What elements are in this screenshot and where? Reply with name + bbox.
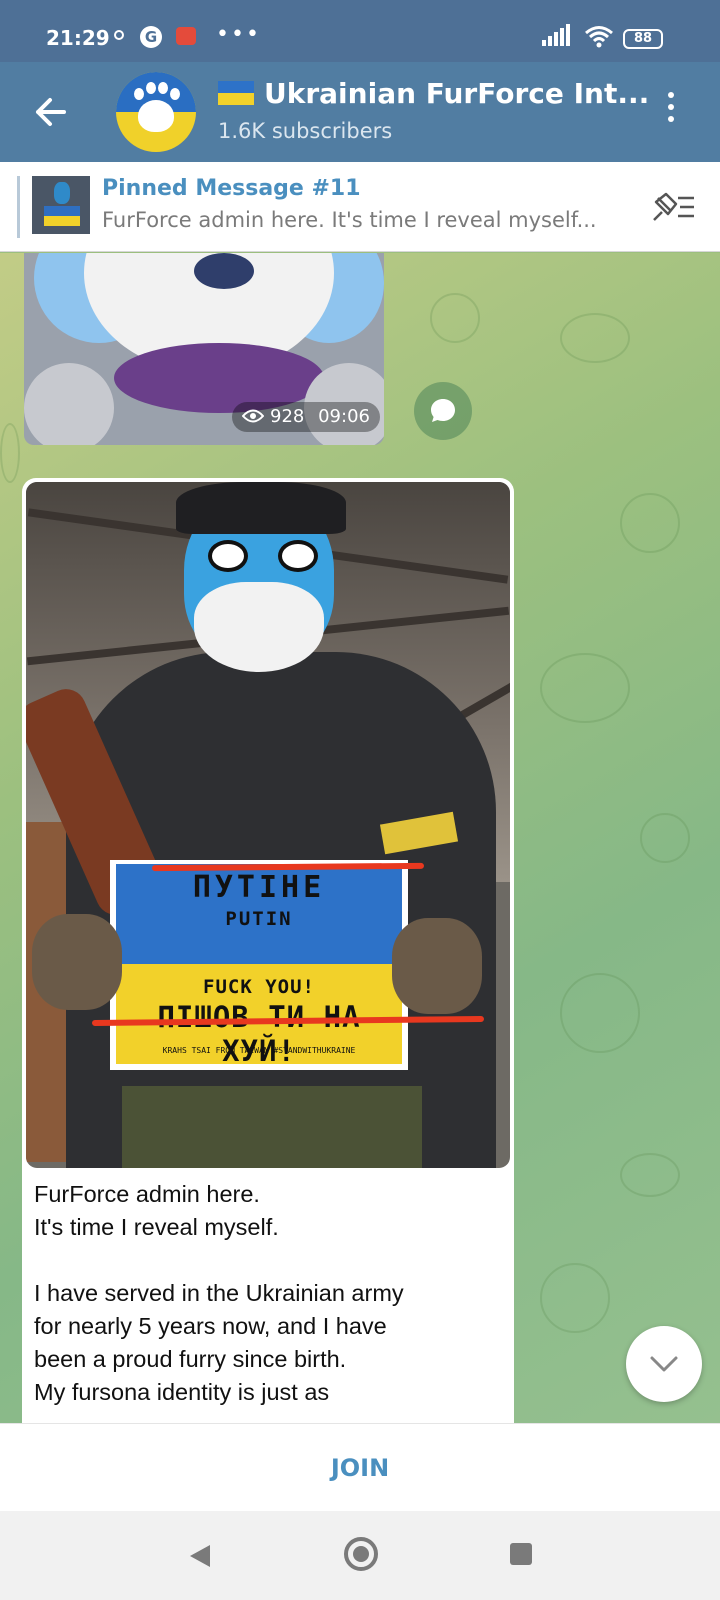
- post-line: I have served in the Ukrainian army: [34, 1280, 404, 1306]
- post-time: 09:06: [318, 406, 370, 427]
- subscriber-count: 1.6K subscribers: [218, 119, 393, 143]
- sign-credit: KRAHS TSAI FROM TAIWAN #STANDWITHUKRAINE: [162, 1046, 356, 1055]
- post-photo[interactable]: ПУТІНЕ PUTIN FUCK YOU! ПІШОВ ТИ НА ХУЙ! …: [26, 482, 510, 1168]
- post-text: FurForce admin here. It's time I reveal …: [34, 1178, 504, 1409]
- message-bubble: ПУТІНЕ PUTIN FUCK YOU! ПІШОВ ТИ НА ХУЙ! …: [22, 478, 514, 1423]
- system-navigation-bar: [0, 1511, 720, 1600]
- sign-line-1: ПУТІНЕ: [192, 870, 326, 905]
- pinned-message-bar[interactable]: Pinned Message #11 FurForce admin here. …: [0, 162, 720, 252]
- join-button[interactable]: JOIN: [0, 1424, 720, 1512]
- back-arrow-icon[interactable]: [30, 92, 70, 132]
- more-notifications-icon: •••: [216, 22, 261, 47]
- protest-sign: ПУТІНЕ PUTIN FUCK YOU! ПІШОВ ТИ НА ХУЙ! …: [110, 860, 408, 1070]
- channel-header: Ukrainian FurForce Int... 1.6K subscribe…: [0, 62, 720, 162]
- pinned-title: Pinned Message #11: [102, 176, 361, 201]
- channel-avatar[interactable]: [116, 72, 196, 152]
- pinned-thumbnail: [32, 176, 90, 234]
- post-line: It's time I reveal myself.: [34, 1214, 279, 1240]
- wifi-icon: [585, 26, 613, 48]
- ukraine-flag-icon: [218, 81, 254, 105]
- post-line: for nearly 5 years now, and I have: [34, 1313, 387, 1339]
- pin-list-icon[interactable]: [648, 190, 696, 224]
- sync-icon: [114, 30, 124, 40]
- status-time: 21:29: [46, 26, 110, 50]
- comment-icon: [431, 399, 455, 422]
- pinned-indicator: [17, 176, 20, 238]
- post-line-blank: [34, 1244, 504, 1277]
- signal-icon: [542, 24, 570, 46]
- post-line: been a proud furry since birth.: [34, 1346, 347, 1372]
- battery-indicator: 88: [623, 29, 663, 49]
- scroll-to-bottom-button[interactable]: [626, 1326, 702, 1402]
- nav-back-icon[interactable]: [188, 1543, 212, 1569]
- nav-recents-icon[interactable]: [510, 1543, 532, 1565]
- google-icon: G: [140, 26, 162, 48]
- pinned-preview-text: FurForce admin here. It's time I reveal …: [102, 208, 597, 232]
- status-bar: 21:29 G ••• 88: [0, 0, 720, 62]
- channel-title-text: Ukrainian FurForce Int...: [264, 77, 650, 110]
- post-line: My fursona identity is just as: [34, 1379, 330, 1405]
- channel-title[interactable]: Ukrainian FurForce Int...: [218, 77, 649, 110]
- comment-button[interactable]: [414, 382, 472, 440]
- sign-line-4: ПІШОВ ТИ НА ХУЙ!: [157, 1000, 361, 1068]
- chevron-down-icon: [650, 1356, 678, 1372]
- post-line: FurForce admin here.: [34, 1181, 260, 1207]
- menu-dots-icon[interactable]: [666, 92, 676, 132]
- sign-line-2: PUTIN: [225, 908, 293, 930]
- post-meta: 928 09:06: [232, 402, 380, 432]
- eye-icon: [242, 409, 264, 423]
- sign-line-3: FUCK YOU!: [203, 976, 315, 998]
- nav-home-icon[interactable]: [344, 1537, 378, 1571]
- view-count: 928: [270, 406, 305, 427]
- app-notification-icon: [176, 27, 196, 45]
- join-bar: JOIN: [0, 1423, 720, 1511]
